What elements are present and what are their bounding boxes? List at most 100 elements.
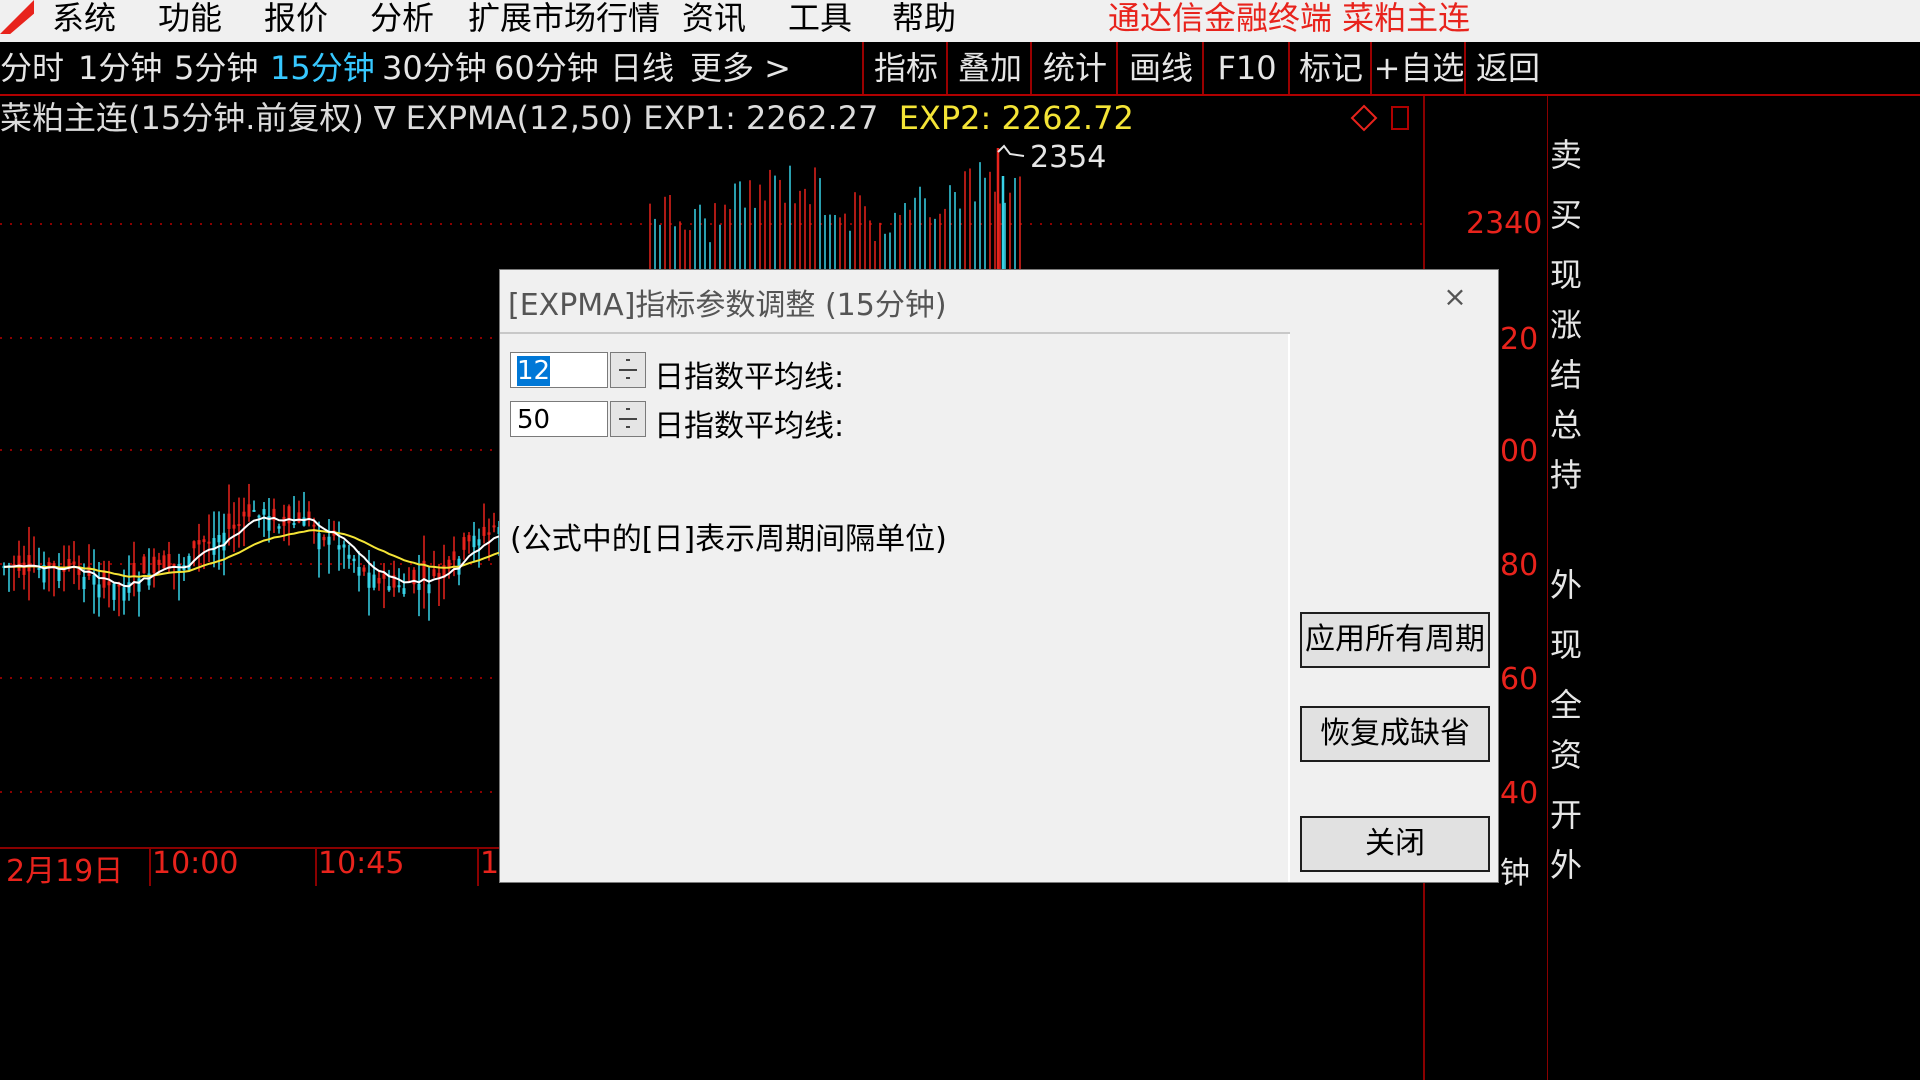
menu-tools[interactable]: 工具: [788, 0, 852, 38]
menu-system[interactable]: 系统: [52, 0, 116, 38]
period-1min[interactable]: 1分钟: [78, 42, 162, 94]
chart-title: 菜粕主连(15分钟.前复权) ∇ EXPMA(12,50) EXP1: 2262…: [0, 98, 1134, 138]
menu-quote[interactable]: 报价: [264, 0, 328, 38]
candle-body: [317, 533, 321, 550]
candle-body: [257, 515, 261, 518]
peak-pointer: [997, 144, 1025, 157]
period-timeshare[interactable]: 分时: [0, 42, 64, 94]
param-1-label: 日指数平均线:: [654, 360, 845, 395]
param-1-stepper: 12: [510, 352, 646, 390]
candle-body: [467, 535, 471, 542]
candle-body: [22, 562, 26, 575]
dialog-title: [EXPMA]指标参数调整 (15分钟): [508, 288, 947, 323]
candle-body: [17, 555, 21, 571]
candle-body: [112, 583, 116, 600]
restore-default-button[interactable]: 恢复成缺省: [1300, 706, 1490, 762]
param-2-label: 日指数平均线:: [654, 409, 845, 444]
tool-draw-line[interactable]: 画线: [1116, 42, 1204, 94]
candle-body: [427, 584, 431, 594]
param-1-value: 12: [517, 356, 551, 386]
candle-body: [37, 567, 41, 570]
period-15min[interactable]: 15分钟: [270, 42, 375, 94]
period-daily[interactable]: 日线: [610, 42, 674, 94]
candle-body: [402, 588, 406, 594]
y-tick-label: 2340: [1466, 206, 1543, 241]
candle-body: [362, 567, 366, 572]
tool-mark[interactable]: 标记: [1288, 42, 1372, 94]
right-strip-char: 外: [1550, 846, 1583, 884]
tool-add-watchlist[interactable]: +自选: [1370, 42, 1466, 94]
period-5min[interactable]: 5分钟: [174, 42, 258, 94]
candle-body: [82, 576, 86, 590]
right-strip-char: 现: [1550, 256, 1583, 294]
period-30min[interactable]: 30分钟: [382, 42, 487, 94]
tool-overlay[interactable]: 叠加: [946, 42, 1032, 94]
candle-body: [237, 524, 241, 527]
menu-help[interactable]: 帮助: [892, 0, 956, 38]
candle-body: [347, 554, 351, 559]
period-60min[interactable]: 60分钟: [494, 42, 599, 94]
exp2-value: EXP2: 2262.72: [898, 99, 1134, 137]
menu-news[interactable]: 资讯: [682, 0, 746, 38]
candle-body: [222, 532, 226, 551]
candle-body: [202, 539, 206, 543]
peak-price-label: 2354: [1030, 140, 1107, 175]
candle-body: [162, 555, 166, 569]
candle-body: [472, 535, 476, 548]
candle-body: [27, 555, 31, 572]
chart-controls: [1350, 104, 1409, 132]
candle-body: [372, 574, 376, 588]
param-1-input[interactable]: 12: [510, 352, 608, 388]
candle-body: [477, 539, 481, 546]
right-strip-char: 资: [1550, 736, 1583, 774]
menu-function[interactable]: 功能: [158, 0, 222, 38]
apply-all-periods-button[interactable]: 应用所有周期: [1300, 612, 1490, 668]
param-1-spin-button[interactable]: [610, 352, 646, 388]
right-strip-char: 全: [1550, 686, 1583, 724]
candle-body: [437, 572, 441, 578]
candle-body: [92, 575, 96, 585]
candle-body: [207, 541, 211, 544]
app-logo-icon: [0, 0, 34, 34]
candle-body: [292, 523, 296, 526]
tool-back[interactable]: 返回: [1464, 42, 1550, 94]
y-tick-label: 40: [1500, 776, 1539, 811]
x-tick-label: 10:00: [152, 846, 239, 881]
candle-body: [277, 526, 281, 529]
x-tick-label: 1: [480, 846, 500, 881]
candle-body: [432, 569, 436, 577]
close-icon[interactable]: ×: [1440, 282, 1470, 312]
diamond-icon[interactable]: [1350, 104, 1378, 132]
param-2-stepper: 50: [510, 401, 646, 439]
candle-body: [387, 586, 391, 591]
tool-f10[interactable]: F10: [1202, 42, 1290, 94]
candle-body: [312, 524, 316, 527]
param-2-spin-button[interactable]: [610, 401, 646, 437]
param-2-input[interactable]: 50: [510, 401, 608, 437]
candle-body: [452, 551, 456, 561]
candle-body: [107, 581, 111, 586]
formula-note: (公式中的[日]表示周期间隔单位): [510, 522, 947, 557]
menu-bar: 系统 功能 报价 分析 扩展市场行情 资讯 工具 帮助 通达信金融终端 菜粕主连: [0, 0, 1920, 42]
period-toolbar: 分时 1分钟 5分钟 15分钟 30分钟 60分钟 日线 更多 > 指标 叠加 …: [0, 42, 1920, 96]
menu-extended-market[interactable]: 扩展市场行情: [468, 0, 660, 38]
candle-body: [132, 562, 136, 576]
candle-body: [287, 506, 291, 524]
tool-statistics[interactable]: 统计: [1030, 42, 1118, 94]
panel-toggle-icon[interactable]: [1391, 106, 1409, 130]
close-button[interactable]: 关闭: [1300, 816, 1490, 872]
right-strip-char: 买: [1550, 196, 1583, 234]
period-more[interactable]: 更多 >: [690, 42, 791, 94]
menu-analysis[interactable]: 分析: [370, 0, 434, 38]
candle-body: [72, 561, 76, 565]
candle-body: [192, 541, 196, 549]
y-tick-label: 00: [1500, 434, 1539, 469]
param-2-value: 50: [517, 405, 551, 435]
right-strip-char: 卖: [1550, 136, 1583, 174]
candle-body: [252, 509, 256, 512]
bottom-right-label: 钟: [1500, 856, 1530, 891]
tool-indicator[interactable]: 指标: [862, 42, 948, 94]
candle-body: [242, 511, 246, 517]
y-tick-label: 80: [1500, 548, 1539, 583]
candle-body: [157, 559, 161, 565]
